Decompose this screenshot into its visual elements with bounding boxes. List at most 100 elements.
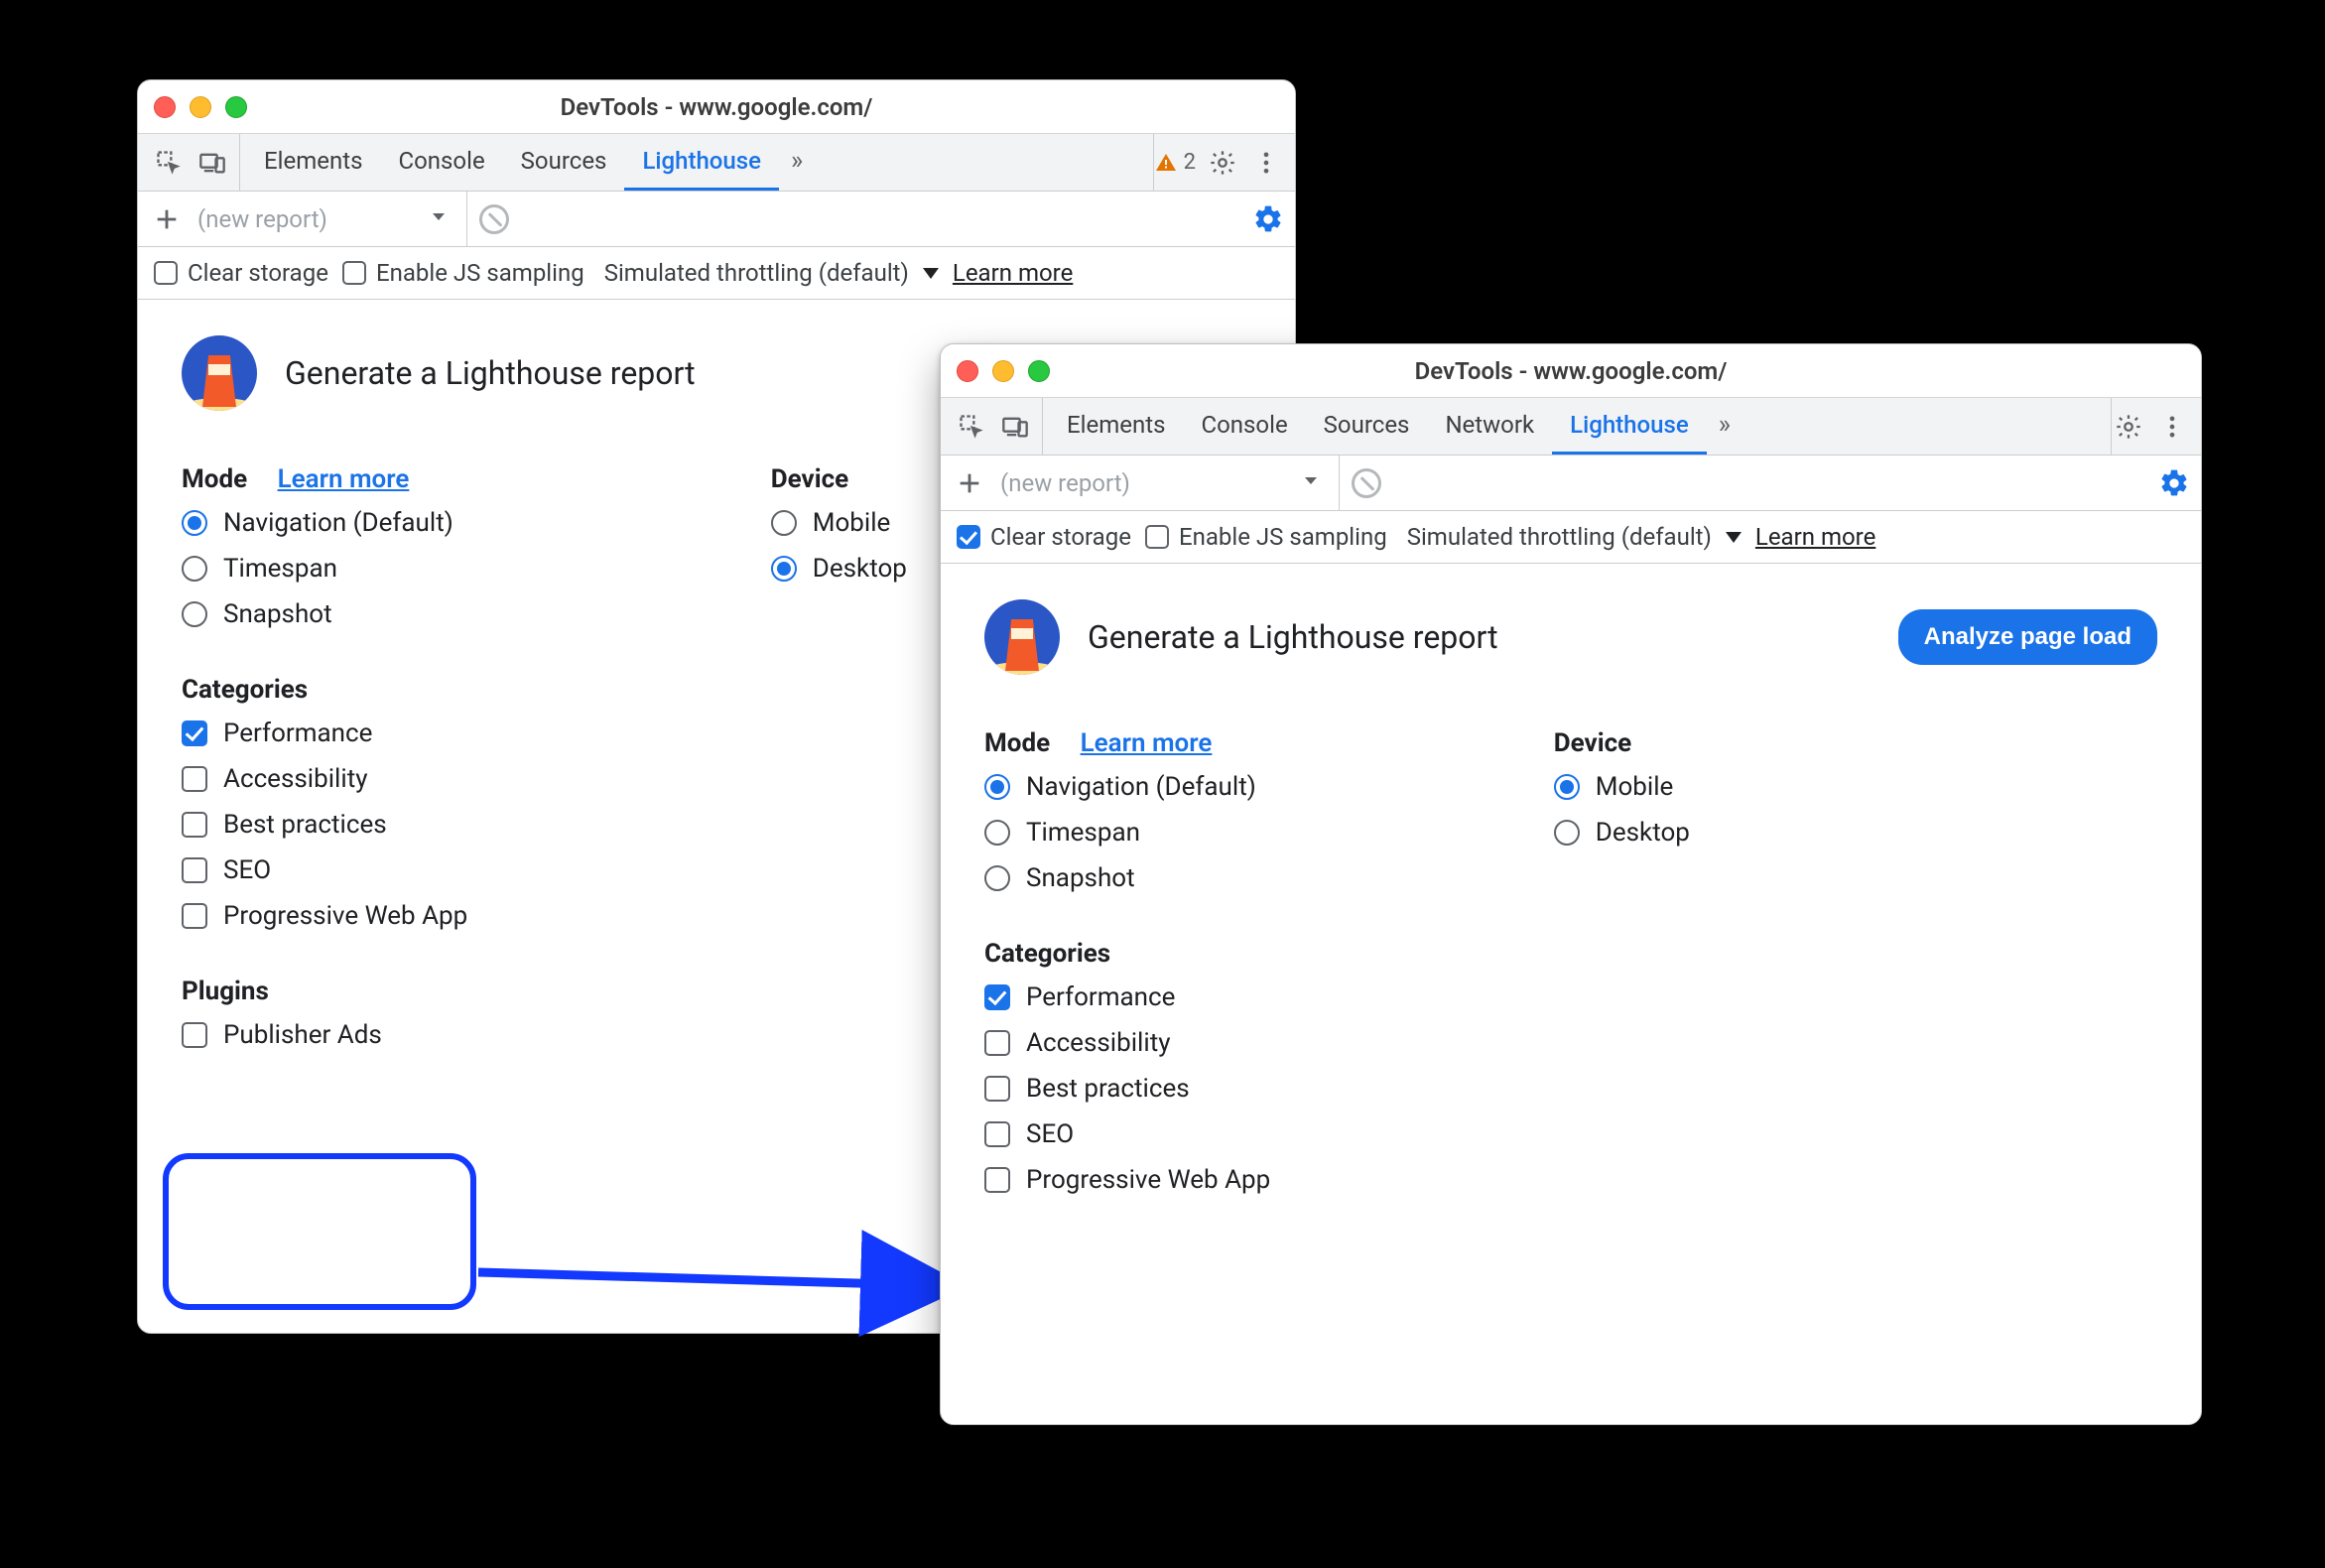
tabs-overflow-button[interactable]: » bbox=[779, 134, 815, 191]
checkbox-icon bbox=[182, 766, 207, 792]
minimize-window-button[interactable] bbox=[190, 96, 211, 118]
lighthouse-logo-icon bbox=[182, 335, 257, 411]
tab-elements[interactable]: Elements bbox=[1049, 398, 1183, 455]
tab-console[interactable]: Console bbox=[380, 134, 502, 191]
device-desktop-option[interactable]: Desktop bbox=[1554, 818, 1690, 848]
tab-lighthouse[interactable]: Lighthouse bbox=[624, 134, 779, 191]
category-seo-option[interactable]: SEO bbox=[984, 1119, 2157, 1149]
mode-snapshot-option[interactable]: Snapshot bbox=[984, 863, 1256, 893]
radio-icon bbox=[771, 510, 797, 536]
radio-icon bbox=[984, 774, 1010, 800]
option-label: Snapshot bbox=[223, 599, 332, 629]
mode-navigation-option[interactable]: Navigation (Default) bbox=[984, 772, 1256, 802]
settings-gear-icon[interactable] bbox=[1206, 146, 1239, 180]
zoom-window-button[interactable] bbox=[225, 96, 247, 118]
lighthouse-options-row: Clear storage Enable JS sampling Simulat… bbox=[138, 247, 1295, 300]
devtools-window-b: DevTools - www.google.com/ Elements Cons… bbox=[940, 343, 2202, 1425]
more-menu-icon[interactable] bbox=[1249, 146, 1283, 180]
analyze-page-load-button[interactable]: Analyze page load bbox=[1898, 609, 2157, 665]
mode-timespan-option[interactable]: Timespan bbox=[984, 818, 1256, 848]
radio-icon bbox=[984, 865, 1010, 891]
option-label: Timespan bbox=[223, 554, 337, 584]
category-pwa-option[interactable]: Progressive Web App bbox=[984, 1165, 2157, 1195]
mode-learn-more-link[interactable]: Learn more bbox=[278, 464, 410, 494]
device-group: Device Mobile Desktop bbox=[771, 464, 907, 629]
clear-icon[interactable] bbox=[1352, 468, 1381, 498]
radio-icon bbox=[1554, 820, 1580, 846]
enable-js-sampling-option[interactable]: Enable JS sampling bbox=[1145, 523, 1387, 551]
settings-gear-icon[interactable] bbox=[2112, 410, 2145, 444]
close-window-button[interactable] bbox=[154, 96, 176, 118]
zoom-window-button[interactable] bbox=[1028, 360, 1050, 382]
lighthouse-options-row: Clear storage Enable JS sampling Simulat… bbox=[941, 511, 2201, 564]
device-desktop-option[interactable]: Desktop bbox=[771, 554, 907, 584]
throttling-label: Simulated throttling (default) bbox=[1407, 523, 1712, 551]
checkbox-icon bbox=[182, 812, 207, 838]
categories-heading: Categories bbox=[984, 939, 2157, 969]
report-select-label: (new report) bbox=[197, 205, 327, 233]
clear-storage-option[interactable]: Clear storage bbox=[154, 259, 328, 287]
lighthouse-settings-icon[interactable] bbox=[2157, 466, 2191, 500]
mode-timespan-option[interactable]: Timespan bbox=[182, 554, 453, 584]
category-accessibility-option[interactable]: Accessibility bbox=[984, 1028, 2157, 1058]
option-label: Snapshot bbox=[1026, 863, 1135, 893]
lighthouse-settings-icon[interactable] bbox=[1251, 202, 1285, 236]
clear-storage-label: Clear storage bbox=[990, 523, 1131, 551]
new-report-button[interactable] bbox=[951, 464, 988, 502]
issues-badge[interactable]: 2 bbox=[1154, 150, 1196, 175]
clear-storage-option[interactable]: Clear storage bbox=[957, 523, 1131, 551]
mode-snapshot-option[interactable]: Snapshot bbox=[182, 599, 453, 629]
window-title: DevTools - www.google.com/ bbox=[941, 357, 2201, 385]
throttling-label: Simulated throttling (default) bbox=[604, 259, 909, 287]
report-select[interactable]: (new report) bbox=[197, 192, 467, 246]
mode-learn-more-link[interactable]: Learn more bbox=[1081, 728, 1213, 758]
option-label: Progressive Web App bbox=[1026, 1165, 1270, 1195]
enable-js-sampling-option[interactable]: Enable JS sampling bbox=[342, 259, 584, 287]
device-heading: Device bbox=[1554, 728, 1690, 758]
device-mobile-option[interactable]: Mobile bbox=[1554, 772, 1690, 802]
mode-heading: Mode bbox=[182, 464, 247, 494]
checkbox-icon bbox=[182, 857, 207, 883]
inspect-element-icon[interactable] bbox=[152, 146, 186, 180]
option-label: Publisher Ads bbox=[223, 1020, 382, 1050]
device-mobile-option[interactable]: Mobile bbox=[771, 508, 907, 538]
tab-sources[interactable]: Sources bbox=[1306, 398, 1428, 455]
mode-navigation-option[interactable]: Navigation (Default) bbox=[182, 508, 453, 538]
tab-lighthouse[interactable]: Lighthouse bbox=[1552, 398, 1707, 455]
chevron-down-icon bbox=[1726, 532, 1742, 543]
checkbox-icon bbox=[154, 261, 178, 285]
checkbox-icon bbox=[984, 1167, 1010, 1193]
close-window-button[interactable] bbox=[957, 360, 978, 382]
clear-storage-label: Clear storage bbox=[188, 259, 328, 287]
device-toolbar-icon[interactable] bbox=[998, 410, 1032, 444]
option-label: Best practices bbox=[1026, 1074, 1190, 1104]
tab-sources[interactable]: Sources bbox=[503, 134, 625, 191]
tab-console[interactable]: Console bbox=[1183, 398, 1305, 455]
throttling-select[interactable]: Simulated throttling (default) bbox=[604, 259, 939, 287]
checkbox-icon bbox=[182, 1022, 207, 1048]
checkbox-icon bbox=[984, 984, 1010, 1010]
category-performance-option[interactable]: Performance bbox=[984, 982, 2157, 1012]
option-label: Performance bbox=[1026, 982, 1175, 1012]
option-label: Mobile bbox=[1596, 772, 1674, 802]
clear-icon[interactable] bbox=[479, 204, 509, 234]
inspect-element-icon[interactable] bbox=[955, 410, 988, 444]
more-menu-icon[interactable] bbox=[2155, 410, 2189, 444]
report-select[interactable]: (new report) bbox=[1000, 456, 1340, 510]
learn-more-link[interactable]: Learn more bbox=[953, 259, 1073, 287]
throttling-select[interactable]: Simulated throttling (default) bbox=[1407, 523, 1742, 551]
learn-more-link[interactable]: Learn more bbox=[1755, 523, 1875, 551]
tabs-overflow-button[interactable]: » bbox=[1707, 398, 1743, 455]
lighthouse-logo-icon bbox=[984, 599, 1060, 675]
device-toolbar-icon[interactable] bbox=[195, 146, 229, 180]
window-controls bbox=[957, 360, 1050, 382]
option-label: Progressive Web App bbox=[223, 901, 467, 931]
category-best-practices-option[interactable]: Best practices bbox=[984, 1074, 2157, 1104]
tab-elements[interactable]: Elements bbox=[246, 134, 380, 191]
tabs: Elements Console Sources Network Lightho… bbox=[1043, 398, 1743, 455]
page-title: Generate a Lighthouse report bbox=[1088, 618, 1498, 656]
lighthouse-toolbar: (new report) bbox=[138, 192, 1295, 247]
new-report-button[interactable] bbox=[148, 200, 186, 238]
minimize-window-button[interactable] bbox=[992, 360, 1014, 382]
tab-network[interactable]: Network bbox=[1427, 398, 1552, 455]
